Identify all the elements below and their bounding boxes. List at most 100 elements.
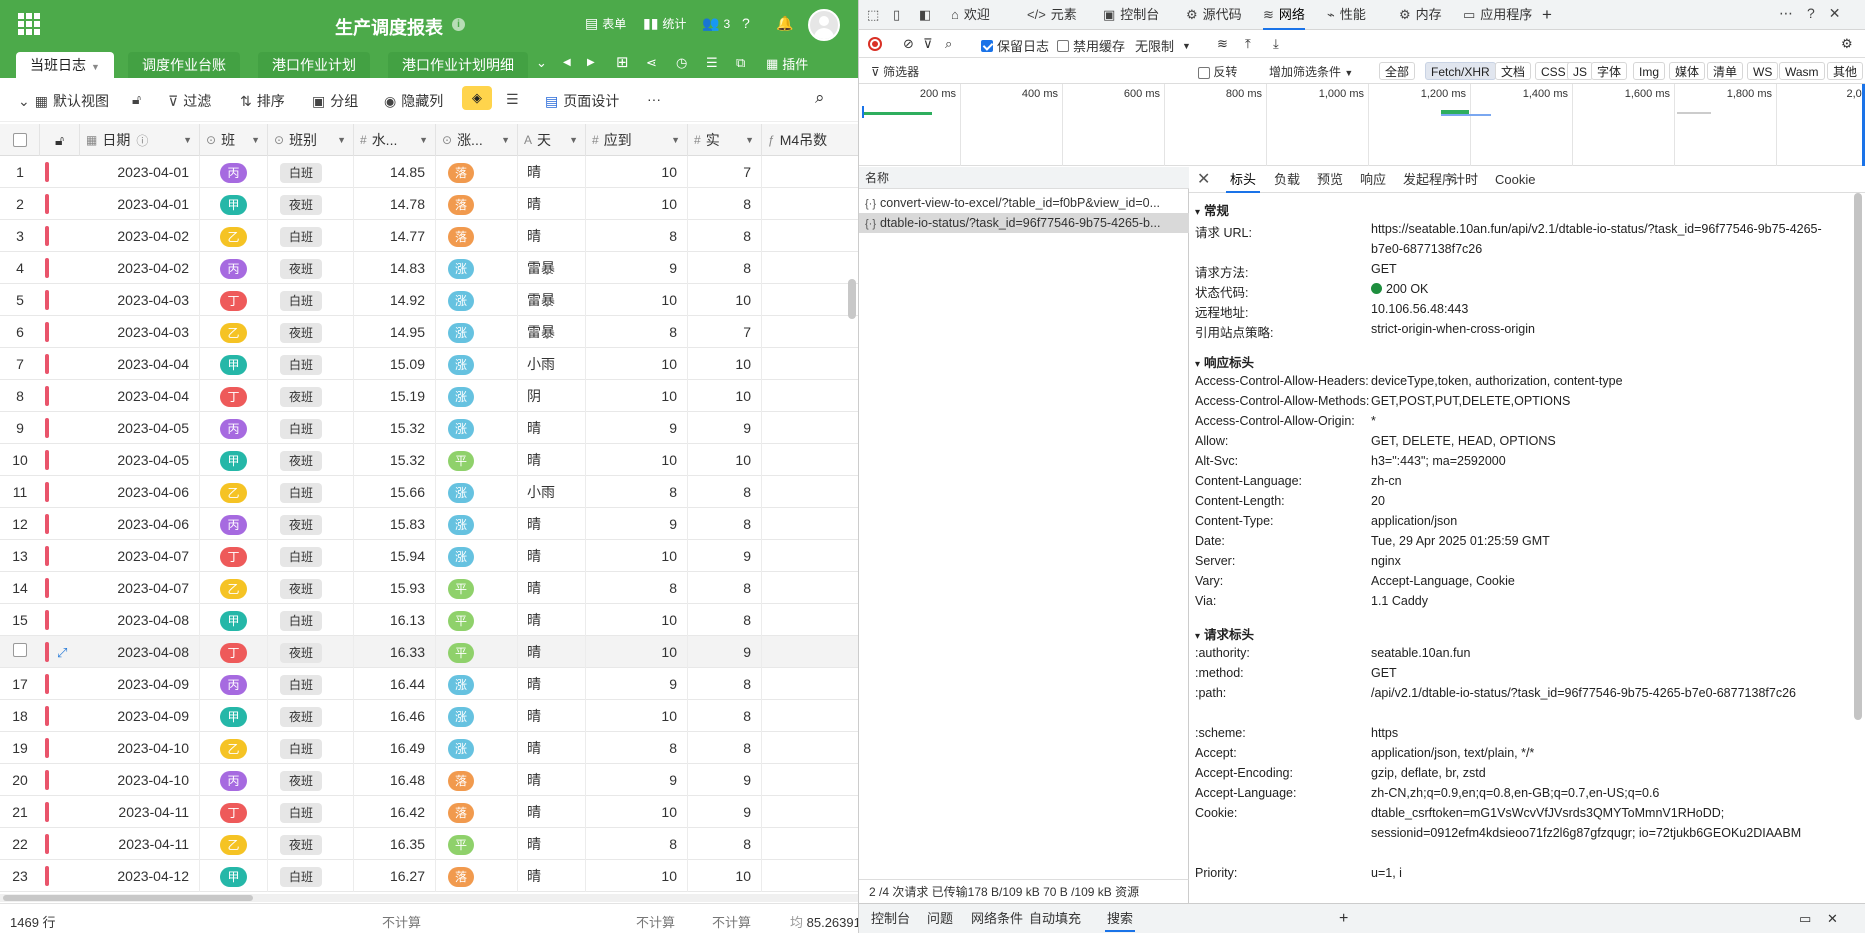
level-cell[interactable]: 14.77 [354,220,436,252]
m4-cell[interactable] [762,796,858,828]
ban-cell[interactable]: 甲 [200,444,268,476]
date-cell[interactable]: 2023-04-03 [80,316,200,348]
request-row[interactable]: {·} convert-view-to-excel/?table_id=f0bP&… [859,193,1189,213]
actual-cell[interactable]: 9 [688,764,762,796]
ban-cell[interactable]: 丙 [200,156,268,188]
plan-cell[interactable]: 8 [586,828,688,860]
weather-cell[interactable]: 晴 [518,732,586,764]
level-cell[interactable]: 14.78 [354,188,436,220]
table-row[interactable]: 5 2023-04-03 丁白班 14.92 涨雷暴 10 10 [0,284,858,316]
table-row[interactable]: 4 2023-04-02 丙 夜班 14.83 涨 雷暴 9 8 [0,252,858,284]
ban-cell[interactable]: 甲 [200,604,268,636]
shift-cell[interactable]: 白班 [268,540,354,572]
table-row[interactable]: 23 2023-04-12 甲白班 16.27 落晴 10 10 [0,860,858,892]
actual-cell[interactable]: 8 [688,252,762,284]
shift-cell[interactable]: 白班 [268,412,354,444]
table-row[interactable]: 14 2023-04-07 乙夜班 15.93 平晴 8 8 [0,572,858,604]
actual-cell[interactable]: 8 [688,668,762,700]
m4-cell[interactable] [762,860,858,892]
table-row[interactable]: 18 2023-04-09 甲 夜班 16.46 涨 晴 10 8 [0,700,858,732]
clear-icon[interactable]: ⊘ [903,36,914,52]
m4-cell[interactable] [762,540,858,572]
actual-cell[interactable]: 10 [688,284,762,316]
detail-tab-1[interactable]: 负载 [1274,167,1300,193]
shift-cell[interactable]: 白班 [268,668,354,700]
ban-cell[interactable]: 丁 [200,796,268,828]
search-icon[interactable]: ⌕ [815,88,825,108]
view-selector[interactable]: ⌄ ▦ 默认视图 [18,91,109,111]
plan-cell[interactable]: 9 [586,764,688,796]
hide-columns-button[interactable]: ◉ 隐藏列 [384,91,443,111]
select-all-checkbox[interactable] [0,124,40,156]
group-button[interactable]: ▣ 分组 [312,91,358,111]
row-height-button[interactable]: ☰ [506,91,519,108]
tide-cell[interactable]: 涨 [436,732,518,764]
actual-cell[interactable]: 8 [688,188,762,220]
table-row[interactable]: ⤢ 2023-04-08 丁 夜班 16.33 平 晴 10 9 [0,636,858,668]
weather-cell[interactable]: 晴 [518,444,586,476]
filter-chip-2[interactable]: 文档 [1495,62,1532,80]
tide-cell[interactable]: 涨 [436,476,518,508]
ban-cell[interactable]: 甲 [200,348,268,380]
level-cell[interactable]: 15.32 [354,444,436,476]
m4-cell[interactable] [762,252,858,284]
shift-cell[interactable]: 白班 [268,284,354,316]
drawer-tab-1[interactable]: 问题 [927,904,953,933]
shift-cell[interactable]: 夜班 [268,188,354,220]
request-row[interactable]: {·} dtable-io-status/?task_id=96f77546-9b… [859,213,1189,233]
info-icon[interactable]: i [452,18,465,31]
tide-cell[interactable]: 平 [436,604,518,636]
weather-cell[interactable]: 雷暴 [518,252,586,284]
add-table-icon[interactable]: ⊞ [616,53,629,71]
level-summary[interactable]: 不计算 [382,912,421,931]
actual-cell[interactable]: 8 [688,828,762,860]
page-design-button[interactable]: ▤ 页面设计 [545,91,619,111]
m4-cell[interactable] [762,700,858,732]
dock-icon[interactable]: ◧ [919,0,931,30]
weather-cell[interactable]: 晴 [518,636,586,668]
plan-cell[interactable]: 9 [586,412,688,444]
tab-2[interactable]: 港口作业计划 [258,52,370,78]
m4-cell[interactable] [762,476,858,508]
weather-cell[interactable]: 晴 [518,828,586,860]
throttling-select[interactable]: 无限制 ▼ [1135,36,1191,55]
tide-cell[interactable]: 涨 [436,412,518,444]
tide-cell[interactable]: 涨 [436,700,518,732]
tide-cell[interactable]: 平 [436,636,518,668]
shift-cell[interactable]: 夜班 [268,764,354,796]
weather-cell[interactable]: 晴 [518,508,586,540]
name-column-header[interactable]: 名称 [859,167,1189,189]
inspect-icon[interactable]: ⬚ [867,0,879,30]
drawer-tab-2[interactable]: 网络条件 [971,904,1023,933]
weather-cell[interactable]: 晴 [518,572,586,604]
devtools-tab-7[interactable]: ▭ 应用程序 [1463,0,1532,30]
plan-cell[interactable]: 10 [586,188,688,220]
close-drawer-icon[interactable]: ✕ [1827,904,1838,933]
actual-cell[interactable]: 8 [688,476,762,508]
collaborators-button[interactable]: 👥 3 [702,15,730,32]
filter-chip-0[interactable]: 全部 [1379,62,1416,80]
detail-tab-5[interactable]: 计时 [1452,167,1478,193]
plan-cell[interactable]: 10 [586,860,688,892]
level-cell[interactable]: 14.83 [354,252,436,284]
plan-cell[interactable]: 9 [586,252,688,284]
tide-cell[interactable]: 落 [436,860,518,892]
preserve-log-checkbox[interactable]: 保留日志 [981,36,1049,55]
date-cell[interactable]: 2023-04-04 [80,380,200,412]
drawer-tab-3[interactable]: 自动填充 [1029,904,1081,933]
level-cell[interactable]: 14.95 [354,316,436,348]
level-cell[interactable]: 16.48 [354,764,436,796]
shift-cell[interactable]: 夜班 [268,252,354,284]
table-row[interactable]: 17 2023-04-09 丙 白班 16.44 涨 晴 9 8 [0,668,858,700]
more-filters-button[interactable]: 增加筛选条件 ▼ [1269,63,1353,80]
lock-view-button[interactable]: 🔓︎ [132,91,141,108]
tab-1[interactable]: 调度作业台账 [128,52,240,78]
m4-cell[interactable] [762,604,858,636]
settings-icon[interactable]: ☰ [706,55,718,71]
record-button[interactable] [868,37,882,51]
actual-cell[interactable]: 8 [688,732,762,764]
date-cell[interactable]: 2023-04-06 [80,476,200,508]
date-cell[interactable]: 2023-04-12 [80,860,200,892]
ban-cell[interactable]: 甲 [200,188,268,220]
weather-cell[interactable]: 小雨 [518,348,586,380]
